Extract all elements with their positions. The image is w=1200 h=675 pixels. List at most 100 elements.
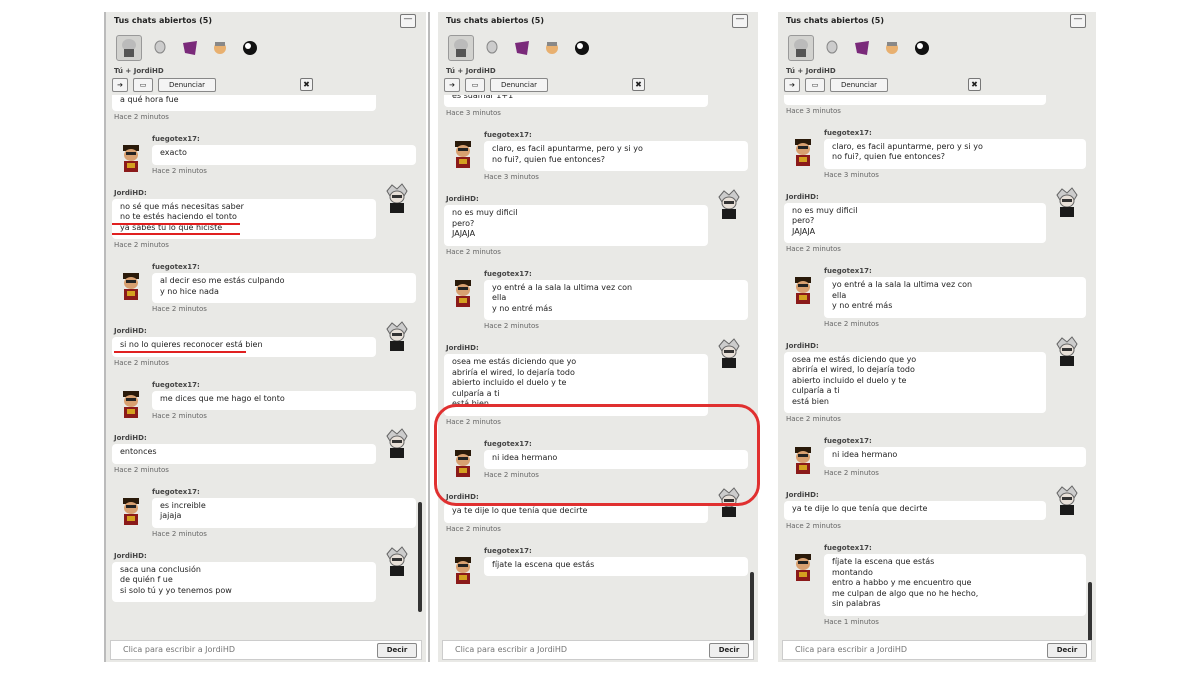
fuegotex17-avatar[interactable] <box>118 143 144 175</box>
close-chat-button[interactable]: ✖ <box>632 78 645 91</box>
jordihd-avatar[interactable] <box>716 338 742 370</box>
message-time: Hace 2 minutos <box>152 166 207 175</box>
fuegotex17-avatar[interactable] <box>450 278 476 310</box>
jordihd-avatar[interactable] <box>384 545 410 578</box>
fuegotex17-avatar[interactable] <box>118 271 144 303</box>
message-time: Hace 2 minutos <box>786 522 841 530</box>
chat-avatar-tab-jordihd[interactable] <box>448 35 474 61</box>
fuegotex17-avatar[interactable] <box>118 389 144 421</box>
chat-window-1: Tus chats abiertos (5) — Tú + JordiHD ➔ … <box>106 12 426 662</box>
chat-toolbar: ➔ ▭ Denunciar ✖ <box>444 77 758 93</box>
message-time: Hace 3 minutos <box>446 109 501 117</box>
send-button[interactable]: Decir <box>1047 643 1087 658</box>
send-button[interactable]: Decir <box>377 643 417 658</box>
message-time: Hace 2 minutos <box>114 465 169 474</box>
message-input[interactable] <box>793 644 1037 655</box>
scrollbar[interactable] <box>1088 102 1092 652</box>
message-bubble: si no lo quieres reconocer está bien <box>112 337 376 357</box>
message-bubble: es suamar 1+1 <box>784 95 1046 105</box>
jordihd-avatar[interactable] <box>384 182 410 215</box>
chat-window-3: Tus chats abiertos (5) — Tú + JordiHD ➔ … <box>778 12 1096 662</box>
scrollbar[interactable] <box>418 102 422 632</box>
message-sender: JordiHD: <box>114 434 147 442</box>
message-time: Hace 2 minutos <box>786 245 841 253</box>
minimize-button[interactable]: — <box>732 14 748 28</box>
chat-avatar-tab-2[interactable] <box>820 36 844 60</box>
window-title: Tus chats abiertos (5) <box>114 16 213 25</box>
chat-avatar-tab-3[interactable] <box>850 36 874 60</box>
message-bubble: me dices que me hago el tonto <box>152 390 416 410</box>
message-sender: fuegotex17: <box>824 437 872 445</box>
report-button[interactable]: Denunciar <box>490 78 548 92</box>
friend-card-button[interactable]: ▭ <box>805 78 825 92</box>
chat-avatar-tab-jordihd[interactable] <box>788 35 814 61</box>
jordihd-avatar[interactable] <box>384 321 410 353</box>
message-sender: JordiHD: <box>114 188 147 197</box>
chat-avatar-tab-5[interactable] <box>238 36 262 60</box>
message-sender: fuegotex17: <box>484 546 532 555</box>
fuegotex17-avatar[interactable] <box>450 139 476 171</box>
chat-avatar-tab-5[interactable] <box>570 36 594 60</box>
forward-arrow-button[interactable]: ➔ <box>784 78 800 92</box>
chat-history[interactable]: para saber justamente a qué hora fue Hace… <box>106 95 426 634</box>
fuegotex17-avatar[interactable] <box>790 275 816 307</box>
minimize-button[interactable]: — <box>400 14 416 28</box>
chat-avatar-tab-2[interactable] <box>480 36 504 60</box>
jordihd-avatar[interactable] <box>384 428 410 460</box>
fuegotex17-avatar[interactable] <box>790 445 816 477</box>
message-bubble: para saber justamente a qué hora fue <box>112 95 376 111</box>
message-time: Hace 2 minutos <box>824 319 879 328</box>
send-button[interactable]: Decir <box>709 643 749 658</box>
report-button[interactable]: Denunciar <box>830 78 888 92</box>
report-button[interactable]: Denunciar <box>158 78 216 92</box>
minimize-button[interactable]: — <box>1070 14 1086 28</box>
jordihd-avatar[interactable] <box>1054 186 1080 219</box>
close-chat-button[interactable]: ✖ <box>300 78 313 91</box>
chat-avatar-tab-jordihd[interactable] <box>116 35 142 61</box>
message-bubble: yo entré a la sala la ultima vez con ell… <box>824 277 1086 318</box>
message-sender: fuegotex17: <box>152 263 200 271</box>
message-input-bar: Decir <box>110 640 422 660</box>
fuegotex17-avatar[interactable] <box>790 137 816 169</box>
message-time: Hace 2 minutos <box>446 524 501 533</box>
jordihd-avatar[interactable] <box>1054 335 1080 368</box>
message-input-bar: Decir <box>782 640 1092 660</box>
forward-arrow-button[interactable]: ➔ <box>444 78 460 92</box>
message-bubble: ya te dije lo que tenía que decirte <box>784 500 1046 520</box>
chat-history[interactable]: es suamar 1+1Hace 3 minutosfuegotex17:cl… <box>778 95 1096 634</box>
message-sender: JordiHD: <box>114 327 147 335</box>
message-bubble: yo entré a la sala la ultima vez con ell… <box>484 279 748 320</box>
conversation-label: Tú + JordiHD <box>114 67 164 75</box>
message-sender: fuegotex17: <box>152 487 200 496</box>
message-bubble: fíjate la escena que estás montando entr… <box>824 554 1086 616</box>
chat-avatar-tab-3[interactable] <box>178 36 202 60</box>
message-time: Hace 3 minutos <box>786 106 841 115</box>
scrollbar[interactable] <box>750 102 754 652</box>
message-time: Hace 2 minutos <box>152 412 207 420</box>
chat-avatar-tab-3[interactable] <box>510 36 534 60</box>
jordihd-avatar[interactable] <box>716 189 742 221</box>
chat-avatar-tab-4[interactable] <box>880 36 904 60</box>
chat-avatar-tab-5[interactable] <box>910 36 934 60</box>
message-input[interactable] <box>121 644 365 655</box>
open-chats-avatars <box>788 34 934 62</box>
fuegotex17-avatar[interactable] <box>118 496 144 528</box>
fuegotex17-avatar[interactable] <box>790 552 816 584</box>
chat-history[interactable]: de quién f ue si solo tú y yo tenemos po… <box>438 95 758 634</box>
highlight-circle <box>434 404 760 506</box>
friend-card-button[interactable]: ▭ <box>465 78 485 92</box>
message-sender: fuegotex17: <box>824 128 872 137</box>
window-title: Tus chats abiertos (5) <box>786 16 885 25</box>
message-time: Hace 2 minutos <box>152 529 207 538</box>
message-input[interactable] <box>453 644 697 655</box>
friend-card-button[interactable]: ▭ <box>133 78 153 92</box>
message-bubble: de quién f ue si solo tú y yo tenemos po… <box>444 95 708 107</box>
chat-avatar-tab-2[interactable] <box>148 36 172 60</box>
forward-arrow-button[interactable]: ➔ <box>112 78 128 92</box>
close-chat-button[interactable]: ✖ <box>968 78 981 91</box>
chat-avatar-tab-4[interactable] <box>540 36 564 60</box>
chat-toolbar: ➔ ▭ Denunciar ✖ <box>112 77 426 93</box>
fuegotex17-avatar[interactable] <box>450 555 476 587</box>
jordihd-avatar[interactable] <box>1054 484 1080 517</box>
chat-avatar-tab-4[interactable] <box>208 36 232 60</box>
